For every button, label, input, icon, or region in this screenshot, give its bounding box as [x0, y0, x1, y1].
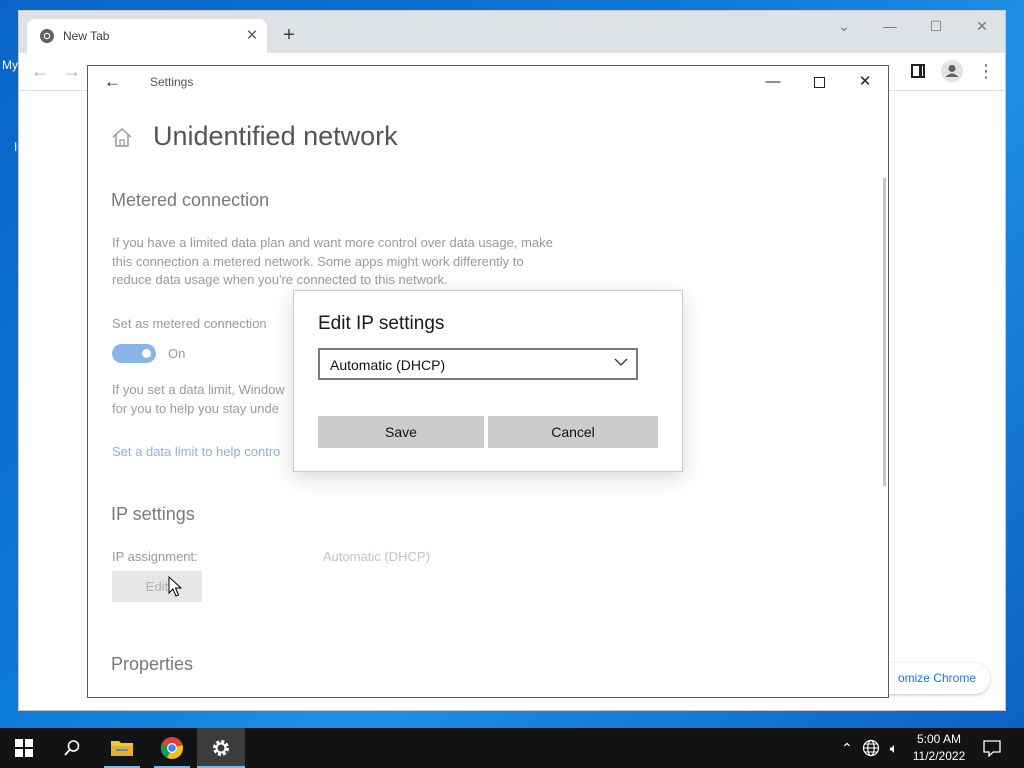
ip-assignment-value: Automatic (DHCP): [323, 549, 430, 564]
minimize-icon[interactable]: —: [867, 11, 913, 41]
chrome-logo-icon: [160, 737, 183, 759]
chrome-window-controls: ⌄ — ☐ ✕: [821, 11, 1005, 41]
home-icon[interactable]: [110, 126, 134, 150]
edit-ip-dialog: Edit IP settings Automatic (DHCP) Save C…: [293, 290, 683, 472]
gear-icon: [213, 740, 229, 756]
scrollbar[interactable]: [883, 178, 886, 486]
chrome-logo-icon: [40, 29, 54, 43]
chrome-taskbar-button[interactable]: [148, 728, 196, 768]
clock-time[interactable]: 5:00 AM: [908, 732, 970, 746]
ip-assignment-label: IP assignment:: [112, 549, 198, 564]
dropdown-selected-value: Automatic (DHCP): [330, 357, 446, 373]
close-icon[interactable]: ✕: [959, 11, 1005, 41]
tab-close-icon[interactable]: ✕: [243, 26, 261, 44]
metered-toggle[interactable]: [112, 344, 156, 363]
close-icon[interactable]: ✕: [842, 66, 888, 98]
chevron-up-icon[interactable]: ⌃: [838, 728, 856, 768]
toggle-state-label: On: [168, 346, 186, 361]
settings-taskbar-button[interactable]: [197, 728, 245, 768]
metered-toggle-label: Set as metered connection: [112, 316, 267, 331]
settings-titlebar: ← Settings — ✕: [88, 66, 888, 98]
ip-assignment-dropdown[interactable]: Automatic (DHCP): [318, 348, 638, 380]
window-title: Settings: [150, 75, 194, 89]
chrome-tab-new-tab[interactable]: New Tab ✕: [27, 19, 267, 53]
chevron-down-icon: [614, 358, 628, 366]
page-title: Unidentified network: [153, 121, 398, 151]
section-heading-ip: IP settings: [111, 504, 195, 524]
desktop-icon-label: My: [2, 58, 18, 72]
section-heading-metered: Metered connection: [111, 190, 270, 210]
back-arrow-icon[interactable]: ←: [104, 72, 121, 92]
minimize-icon[interactable]: —: [750, 66, 796, 98]
windows-logo-icon: [15, 739, 33, 757]
search-button[interactable]: [48, 728, 96, 768]
search-icon: [64, 740, 80, 756]
folder-icon: [111, 741, 133, 756]
data-limit-link[interactable]: Set a data limit to help contro: [112, 444, 280, 459]
edit-ip-button[interactable]: Edit: [112, 571, 202, 602]
new-tab-button[interactable]: +: [277, 25, 301, 45]
chrome-menu-icon[interactable]: ⋮: [977, 61, 995, 81]
tab-search-icon[interactable]: ⌄: [821, 11, 867, 41]
network-globe-icon[interactable]: [862, 739, 880, 757]
mouse-cursor-icon: [168, 576, 182, 597]
volume-icon[interactable]: 🔈︎: [884, 728, 904, 768]
section-heading-properties: Properties: [111, 654, 194, 674]
profile-avatar-icon[interactable]: [941, 60, 963, 82]
maximize-icon[interactable]: ☐: [913, 11, 959, 41]
save-button[interactable]: Save: [318, 416, 484, 448]
desktop-icon-label-2: I: [14, 140, 18, 154]
file-explorer-button[interactable]: [98, 728, 146, 768]
back-arrow-icon[interactable]: ←: [31, 61, 49, 82]
dialog-title: Edit IP settings: [318, 313, 445, 334]
forward-arrow-icon[interactable]: →: [63, 61, 81, 82]
tab-title: New Tab: [63, 29, 110, 43]
maximize-icon[interactable]: [796, 66, 842, 98]
chrome-tab-strip: New Tab ✕ + ⌄ — ☐ ✕: [19, 11, 1005, 53]
customize-chrome-button[interactable]: omize Chrome: [874, 663, 990, 694]
side-panel-icon[interactable]: [911, 64, 925, 78]
notifications-icon[interactable]: [982, 739, 1002, 757]
start-button[interactable]: [0, 728, 48, 768]
clock-date[interactable]: 11/2/2022: [908, 749, 970, 763]
cancel-button[interactable]: Cancel: [488, 416, 658, 448]
metered-description: If you have a limited data plan and want…: [112, 235, 553, 287]
taskbar: ⌃ 🔈︎ 5:00 AM 11/2/2022: [0, 728, 1024, 768]
settings-window-controls: — ✕: [750, 66, 888, 98]
